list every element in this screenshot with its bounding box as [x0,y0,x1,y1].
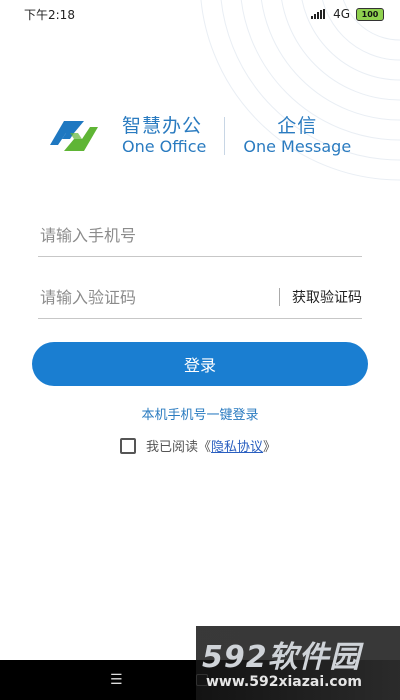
signal-icon [311,9,326,19]
phone-input[interactable] [38,224,362,246]
watermark-url: www.592xiazai.com [206,674,362,690]
link-logo-icon [50,121,98,151]
code-divider [279,288,280,306]
menu-icon[interactable]: ☰ [110,672,123,688]
partner-name-en: One Message [243,136,352,156]
watermark-title: 592软件园 [202,640,361,675]
phone-field [38,214,362,257]
network-type: 4G [333,7,350,21]
privacy-policy-link[interactable]: 隐私协议 [211,436,263,455]
battery-level: 100 [361,9,379,19]
partner-name-cn: 企信 [277,114,318,137]
battery-icon: 100 [356,7,384,21]
code-field: 获取验证码 [38,276,362,319]
agreement-checkbox[interactable] [120,437,136,454]
brand-header: 智慧办公 One Office 企信 One Message [44,112,351,160]
watermark: 592软件园 www.592xiazai.com [196,626,400,700]
login-button[interactable]: 登录 [32,342,368,386]
background-arcs [200,0,400,181]
verification-code-input[interactable] [38,286,242,308]
agreement-row: 我已阅读《隐私协议》 [120,436,276,455]
partner-brand: 企信 One Message [243,114,352,156]
agreement-close-bracket: 》 [263,440,277,455]
brand-divider [224,117,226,155]
one-click-login-link[interactable]: 本机手机号一键登录 [0,404,400,423]
agreement-prefix: 我已阅读 [146,440,199,455]
status-time: 下午2:18 [24,7,75,22]
product-name-en: One Office [122,136,207,156]
product-brand: 智慧办公 One Office [122,114,207,156]
product-name-cn: 智慧办公 [122,114,203,137]
get-code-button[interactable]: 获取验证码 [292,287,362,307]
agreement-open-bracket: 《 [198,440,212,455]
status-bar: 下午2:18 4G 100 [0,0,400,28]
